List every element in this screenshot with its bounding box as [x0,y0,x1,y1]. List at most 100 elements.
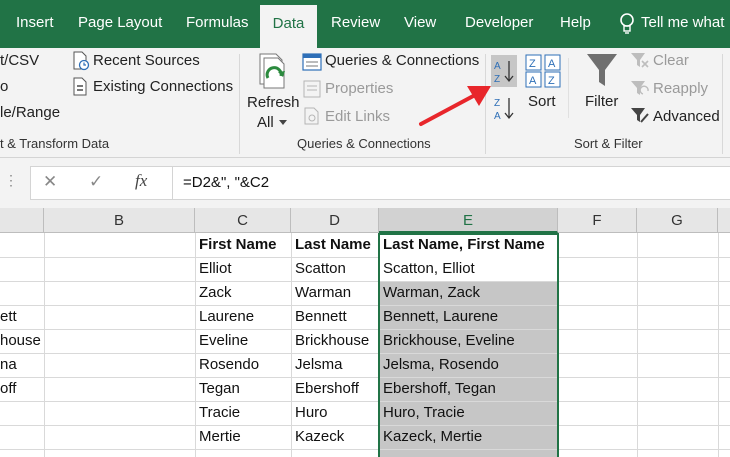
clear-button[interactable]: Clear [653,52,689,69]
column-header-c[interactable]: C [195,208,291,233]
column-header-g[interactable]: G [637,208,718,233]
table-row-first[interactable]: Eveline [195,329,291,353]
tab-help[interactable]: Help [560,0,591,48]
table-row-last[interactable]: Ebershoff [291,377,379,401]
queries-connections-button[interactable]: Queries & Connections [325,52,479,69]
ribbon-separator [239,54,240,154]
column-header-b[interactable]: B [44,208,195,233]
recent-sources-button[interactable]: Recent Sources [93,52,200,69]
filter-button[interactable]: Filter [585,93,618,110]
advanced-filter-icon [631,108,649,123]
table-row-last[interactable]: Brickhouse [291,329,379,353]
lightbulb-icon [620,13,634,34]
refresh-all-button-line2[interactable]: All [257,114,274,131]
ribbon-separator [722,54,723,154]
table-row-last[interactable]: Scatton [291,257,379,281]
formula-buttons: ✕ ✓ fx [30,166,175,200]
gridline [0,449,730,450]
sort-button[interactable]: Sort [528,93,556,110]
refresh-all-button[interactable]: Refresh [247,94,300,111]
tell-me-search[interactable]: Tell me what [641,0,724,48]
tab-formulas[interactable]: Formulas [186,0,249,48]
table-row-combined[interactable]: Scatton, Elliot [379,257,558,281]
table-row-last[interactable]: Huro [291,401,379,425]
svg-text:Z: Z [548,75,555,87]
formula-input[interactable]: =D2&", "&C2 [172,166,730,200]
gridline [44,233,45,457]
column-header-e[interactable]: E [379,208,558,233]
table-row-first[interactable]: Zack [195,281,291,305]
table-row-combined[interactable]: Kazeck, Mertie [379,425,558,449]
ribbon-data: t/CSV o le/Range Recent Sources Existing… [0,48,730,158]
get-transform-group-label: t & Transform Data [0,136,110,151]
sort-dialog-icon: Z A A Z [525,54,561,88]
tab-insert[interactable]: Insert [16,0,54,48]
enter-icon[interactable]: ✓ [89,172,103,192]
svg-text:A: A [494,111,501,122]
table-row-combined[interactable]: Bennett, Laurene [379,305,558,329]
vertical-ellipsis-icon: ⋮ [4,172,18,188]
tab-page-layout[interactable]: Page Layout [78,0,162,48]
ribbon-separator [568,58,569,118]
tab-developer[interactable]: Developer [465,0,533,48]
tab-review[interactable]: Review [331,0,380,48]
table-row-last[interactable]: Warman [291,281,379,305]
edit-links-button[interactable]: Edit Links [325,108,390,125]
tab-view[interactable]: View [404,0,436,48]
svg-text:A: A [529,75,537,87]
column-header-f[interactable]: F [558,208,637,233]
properties-button[interactable]: Properties [325,80,393,97]
reapply-icon [631,81,649,95]
table-row-first[interactable]: Laurene [195,305,291,329]
table-row-first[interactable]: Tracie [195,401,291,425]
sort-filter-group-label: Sort & Filter [574,136,643,151]
cell-a-fragment[interactable]: ett [0,305,44,329]
insert-function-icon[interactable]: fx [135,171,147,191]
existing-connections-button[interactable]: Existing Connections [93,78,233,95]
from-web-button[interactable]: o [0,78,8,95]
chevron-down-icon [279,120,287,125]
table-row-first[interactable]: Elliot [195,257,291,281]
refresh-all-icon [259,53,285,89]
cell-a-fragment[interactable]: na [0,353,44,377]
column-header-h[interactable] [718,208,730,233]
excel-window: { "tabs": [ {"label": "Insert", "active"… [0,0,730,457]
table-row-combined[interactable]: Ebershoff, Tegan [379,377,558,401]
from-table-range-button[interactable]: le/Range [0,104,60,121]
existing-connections-icon [73,77,87,96]
advanced-button[interactable]: Advanced [653,108,720,125]
edit-links-icon [304,107,319,125]
ribbon-tab-bar: Insert Page Layout Formulas Data Review … [0,0,730,48]
column-header-d[interactable]: D [291,208,379,233]
gridline [718,233,719,457]
table-row-combined[interactable]: Brickhouse, Eveline [379,329,558,353]
cell-a-fragment[interactable]: off [0,377,44,401]
table-row-last[interactable]: Bennett [291,305,379,329]
table-row-last[interactable]: Jelsma [291,353,379,377]
recent-sources-icon [73,51,90,71]
clear-filter-icon [631,53,649,68]
svg-text:A: A [494,61,501,72]
header-first-name[interactable]: First Name [195,233,291,257]
svg-text:Z: Z [529,58,536,70]
header-combined-name[interactable]: Last Name, First Name [379,233,558,257]
queries-connections-icon [302,53,322,71]
properties-icon [303,80,321,98]
from-text-csv-button[interactable]: t/CSV [0,52,39,69]
cell-a-fragment[interactable]: house [0,329,44,353]
table-row-first[interactable]: Mertie [195,425,291,449]
table-row-combined[interactable]: Huro, Tracie [379,401,558,425]
svg-text:A: A [548,58,556,70]
filter-funnel-icon [587,54,617,86]
table-row-combined[interactable]: Jelsma, Rosendo [379,353,558,377]
annotation-arrow-icon [419,86,491,126]
tab-data[interactable]: Data [260,5,317,48]
header-last-name[interactable]: Last Name [291,233,379,257]
table-row-first[interactable]: Tegan [195,377,291,401]
table-row-last[interactable]: Kazeck [291,425,379,449]
cancel-icon[interactable]: ✕ [43,172,57,192]
column-header-a[interactable] [0,208,44,233]
table-row-combined[interactable]: Warman, Zack [379,281,558,305]
reapply-button[interactable]: Reapply [653,80,708,97]
table-row-first[interactable]: Rosendo [195,353,291,377]
